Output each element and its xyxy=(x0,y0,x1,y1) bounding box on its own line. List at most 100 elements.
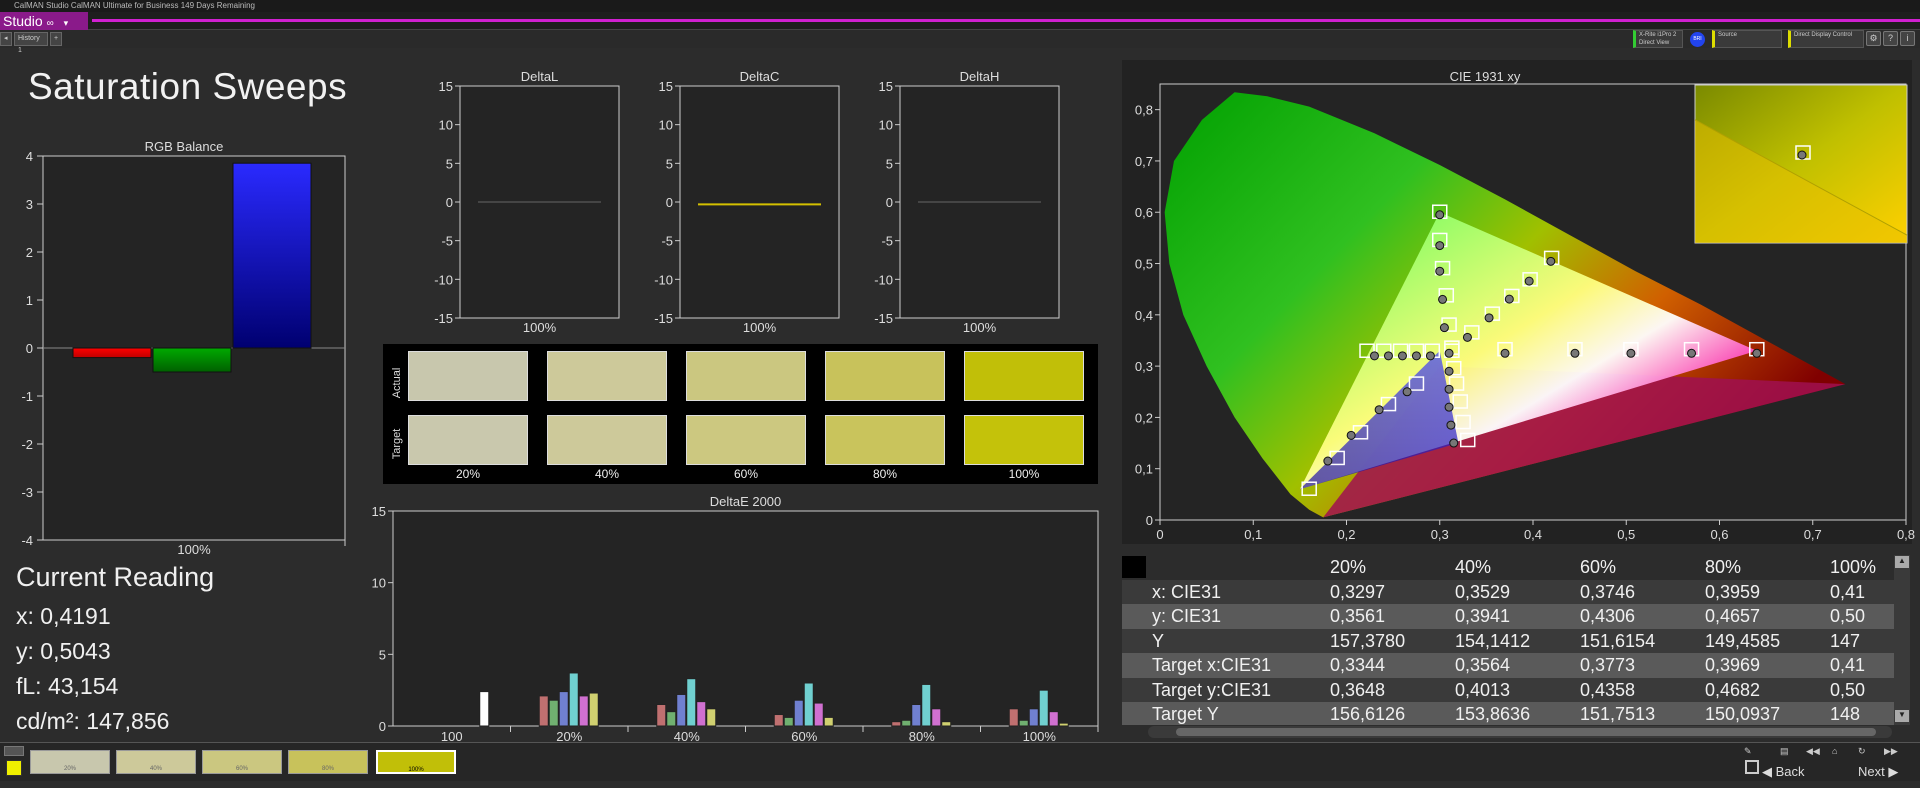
deltaE-bar xyxy=(931,708,942,727)
table-cell: 0,3564 xyxy=(1455,655,1511,675)
cie-x-tick-label: 0,7 xyxy=(1804,527,1822,542)
deltaL-title: DeltaL xyxy=(521,69,559,84)
bottom-swatch-2[interactable]: 40% xyxy=(116,750,196,774)
rgb-tick-label: 0 xyxy=(26,341,33,356)
deltaE-bar xyxy=(911,704,922,727)
table-cell: Target Y xyxy=(1152,704,1219,724)
back-label: Back xyxy=(1775,764,1805,779)
deltaC-tick-label: -5 xyxy=(661,234,673,249)
nav-icon-row: ✎ ▤ ◀◀ ⌂ ↻ ▶▶ xyxy=(1740,746,1915,758)
scroll-thumb[interactable] xyxy=(1176,728,1876,736)
table-cell: 147 xyxy=(1830,630,1861,651)
deltaC-tick-label: 0 xyxy=(666,195,673,210)
measured-point xyxy=(1346,430,1356,440)
refresh-icon[interactable]: ↻ xyxy=(1858,746,1866,757)
target-swatch xyxy=(408,415,528,465)
deltaE-title: DeltaE 2000 xyxy=(710,494,782,509)
deltaE-bar xyxy=(656,704,667,727)
cie-diagram[interactable]: 0 0,1 0,2 0,3 0,4 0,5 0,6 0,7 0,8 0,8 0,7 0,6 0,5 0,4… xyxy=(1135,83,1915,542)
table-cell: 0,41 xyxy=(1830,581,1866,602)
table-row: Target Y 156,6126 153,8636 151,7513 150,0937… xyxy=(1122,702,1910,725)
meter-badge[interactable]: BRI xyxy=(1690,32,1705,47)
scroll-up-button[interactable]: ▲ xyxy=(1895,556,1909,568)
back-history-button[interactable]: ◂ xyxy=(0,32,12,46)
measured-point xyxy=(1546,256,1556,266)
help-button[interactable]: ? xyxy=(1883,31,1898,46)
deltaE-bar xyxy=(891,721,902,727)
display-selector[interactable]: Direct Display Control xyxy=(1788,30,1864,48)
target-swatch xyxy=(686,415,806,465)
deltaE-bar xyxy=(706,708,717,727)
table-cell: 0,3529 xyxy=(1455,581,1511,602)
measured-point xyxy=(1449,438,1459,448)
table-cell: 0,3648 xyxy=(1330,679,1386,700)
deltaE-bar xyxy=(823,716,834,727)
settings-button[interactable]: ⚙ xyxy=(1866,31,1881,46)
studio-menu-button[interactable]: Studio ∞ ▾ xyxy=(0,12,88,30)
bottom-swatch-3[interactable]: 60% xyxy=(202,750,282,774)
add-tab-label: + xyxy=(54,35,59,42)
deltaE-x-label: 20% xyxy=(556,729,582,742)
target-label: Target xyxy=(391,428,403,460)
info-button[interactable]: i xyxy=(1900,31,1915,46)
forward-icon[interactable]: ▶▶ xyxy=(1884,746,1898,757)
deltaE-bar xyxy=(1048,711,1059,727)
home-icon[interactable]: ⌂ xyxy=(1832,746,1837,756)
table-cell: y: CIE31 xyxy=(1152,606,1222,626)
tab-bar xyxy=(0,30,1920,48)
measured-point xyxy=(1439,323,1449,333)
print-icon[interactable]: ▤ xyxy=(1780,746,1789,757)
rgb-tick-label: -4 xyxy=(21,533,33,548)
tab-history-1[interactable]: History 1 xyxy=(14,32,48,54)
measured-point xyxy=(1369,351,1379,361)
rewind-icon[interactable]: ◀◀ xyxy=(1806,746,1820,757)
swatch-label: 80% xyxy=(872,467,898,481)
rgb-tick-label: 4 xyxy=(26,149,33,164)
swatch-label: 100% xyxy=(1008,467,1040,481)
table-row: Target y:CIE31 0,3648 0,4013 0,4358 0,4682 0,… xyxy=(1122,677,1910,702)
deltaE-bar xyxy=(578,695,589,727)
stop-button[interactable] xyxy=(1745,760,1759,774)
deltaE-bar xyxy=(666,711,677,727)
deltaE-bar xyxy=(773,714,784,727)
table-cell: x: CIE31 xyxy=(1152,581,1222,602)
meter-selector[interactable]: X-Rite i1Pro 2 Direct View xyxy=(1633,30,1683,48)
deltaC-tick-label: -15 xyxy=(654,311,673,326)
bottom-swatch-1[interactable]: 20% xyxy=(30,750,110,774)
deltaC-tick-label: 5 xyxy=(666,156,673,171)
studio-logo-icon: ∞ xyxy=(46,18,54,29)
table-row: y: CIE31 0,3561 0,3941 0,4306 0,4657 0,50 xyxy=(1122,604,1910,629)
next-button[interactable]: Next ▶ xyxy=(1858,764,1898,780)
pin-icon[interactable]: ✎ xyxy=(1744,746,1752,757)
rgb-bar-green xyxy=(152,347,232,373)
deltaE-bar xyxy=(793,699,804,727)
bottom-toggle-button[interactable] xyxy=(4,746,24,756)
table-cell: 0,3941 xyxy=(1455,606,1511,626)
add-tab-button[interactable]: + xyxy=(50,32,62,46)
scroll-down-button[interactable]: ▼ xyxy=(1895,710,1909,722)
table-horizontal-scrollbar[interactable] xyxy=(1148,726,1892,738)
cie-y-tick-label: 0,2 xyxy=(1135,410,1153,425)
deltaE-tick-label: 10 xyxy=(372,576,386,591)
cie-y-tick-label: 0 xyxy=(1146,513,1153,528)
table-vertical-scrollbar[interactable]: ▲ ▼ xyxy=(1894,555,1910,725)
deltaH-title: DeltaH xyxy=(960,69,1000,84)
source-selector[interactable]: Source xyxy=(1712,30,1782,48)
reading-x: x: 0,4191 xyxy=(16,603,111,629)
arrow-up-icon: ▲ xyxy=(1898,556,1906,565)
reading-cdm2: cd/m²: 147,856 xyxy=(16,708,170,734)
table-cell: 148 xyxy=(1830,704,1861,724)
table-header: 20% 40% 60% 80% 100% xyxy=(1122,555,1910,580)
help-icon: ? xyxy=(1887,33,1893,43)
deltaE-x-label: 100 xyxy=(441,729,463,742)
measured-point xyxy=(1323,456,1333,466)
window-title: CalMAN Studio CalMAN Ultimate for Busine… xyxy=(14,1,255,10)
actual-swatch xyxy=(825,351,945,401)
bottom-swatch-5[interactable]: 100% xyxy=(376,750,456,774)
measured-point xyxy=(1570,348,1580,358)
bottom-swatch-4[interactable]: 80% xyxy=(288,750,368,774)
current-color-swatch xyxy=(6,760,22,776)
cie-y-tick-label: 0,8 xyxy=(1135,103,1153,118)
deltaL-tick-label: 5 xyxy=(446,156,453,171)
back-button[interactable]: ◀ Back xyxy=(1762,764,1805,780)
